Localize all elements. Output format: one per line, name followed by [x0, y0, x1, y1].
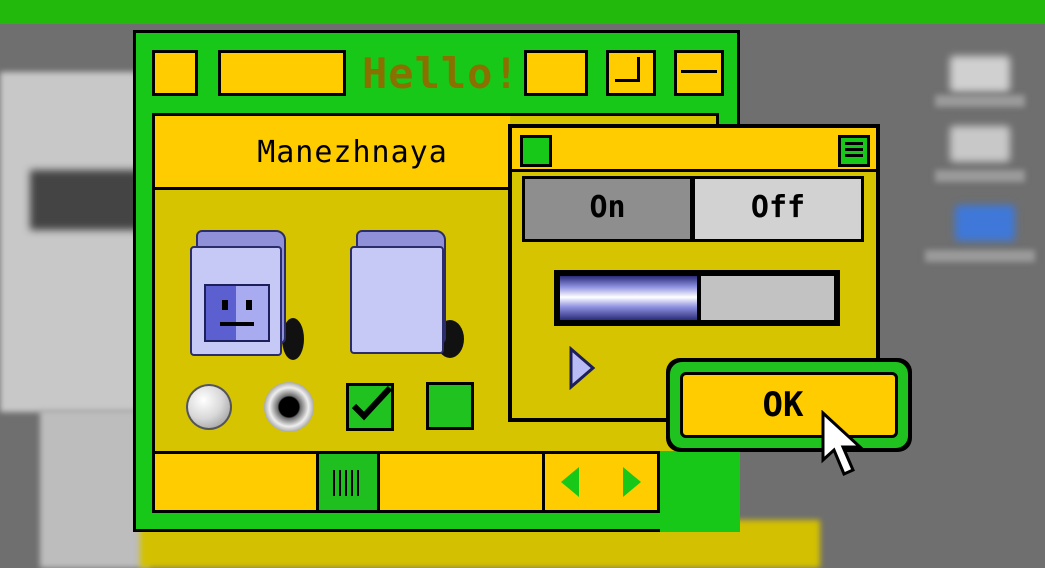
- panel-title-bar: [512, 128, 876, 172]
- checkmark-icon: [351, 385, 393, 421]
- menu-lines-icon: [845, 142, 863, 160]
- collapse-box-button[interactable]: [674, 50, 724, 96]
- mouse-cursor-icon: [821, 410, 864, 476]
- scroll-left-arrow-icon[interactable]: [561, 467, 581, 497]
- background-window-detail: [30, 170, 150, 230]
- desktop-disk-icon[interactable]: [950, 56, 1010, 92]
- progress-fill: [560, 276, 697, 320]
- panel-close-box-button[interactable]: [520, 135, 552, 167]
- segment-on-button[interactable]: On: [522, 176, 692, 242]
- scrollbar-thumb[interactable]: [316, 454, 380, 510]
- folder-front: [350, 246, 444, 354]
- segment-off-button[interactable]: Off: [692, 176, 864, 242]
- desktop-network-icon[interactable]: [955, 205, 1015, 241]
- grip-lines-icon: [333, 470, 363, 496]
- desktop-app-icon[interactable]: [950, 126, 1010, 162]
- radio-button-selected[interactable]: [264, 382, 314, 432]
- scrollbar-track-left[interactable]: [155, 454, 316, 510]
- location-label: Manezhnaya: [257, 135, 448, 170]
- checkbox-checked[interactable]: [346, 383, 394, 431]
- finder-face-icon: [204, 284, 270, 342]
- zoom-box-button[interactable]: [606, 50, 656, 96]
- scroll-right-arrow-icon[interactable]: [621, 467, 641, 497]
- checkbox-unchecked[interactable]: [426, 382, 474, 430]
- title-bar-stripe-right: [524, 50, 588, 96]
- close-box-button[interactable]: [152, 50, 198, 96]
- folder-icon[interactable]: [346, 228, 464, 358]
- window-title: Hello!: [362, 49, 520, 98]
- scroll-arrows: [542, 454, 657, 510]
- system-folder-icon[interactable]: [186, 228, 304, 360]
- desktop-menubar: [0, 0, 1045, 24]
- desktop-icon-label: [935, 95, 1025, 107]
- desktop-icon-label: [925, 250, 1035, 262]
- panel-collapse-button[interactable]: [838, 135, 870, 167]
- scrollbar-track-right[interactable]: [380, 454, 542, 510]
- title-bar-stripe-left: [218, 50, 346, 96]
- zoom-icon: [615, 57, 640, 82]
- radio-button-unselected[interactable]: [186, 384, 232, 430]
- disclosure-triangle-icon[interactable]: [568, 346, 596, 390]
- collapse-icon: [681, 70, 717, 73]
- progress-track: [701, 276, 834, 320]
- background-window: [0, 72, 140, 412]
- desktop-icon-label: [935, 170, 1025, 182]
- size-box[interactable]: [660, 451, 740, 532]
